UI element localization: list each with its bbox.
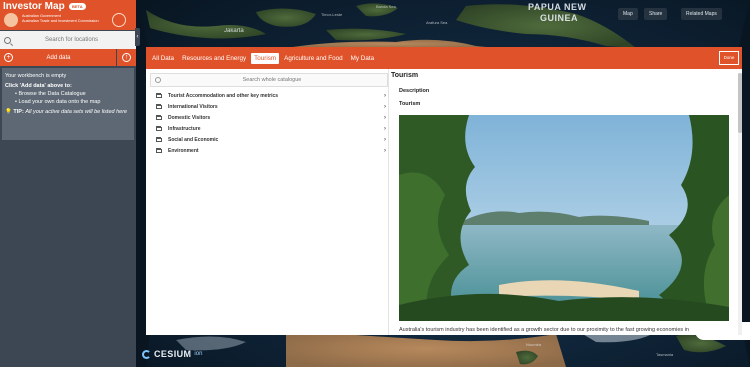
tip-body: All your active data sets will be listed… <box>25 109 128 115</box>
catalogue-search-input[interactable]: Search whole catalogue <box>150 73 388 87</box>
catalogue-group[interactable]: Domestic Visitors › <box>150 112 388 123</box>
panel-divider <box>388 69 389 335</box>
folder-icon <box>156 136 162 142</box>
brand-header[interactable]: Investor Map BETA Australian Government … <box>0 0 136 30</box>
catalogue-group[interactable]: Social and Economic › <box>150 134 388 145</box>
add-data-row: + Add data ↑ <box>0 49 136 66</box>
detail-title: Tourism <box>391 72 419 79</box>
map-label-png: PAPUA NEW <box>528 2 587 12</box>
catalogue-group-label: Environment <box>168 147 199 154</box>
tab-resources-energy[interactable]: Resources and Energy <box>179 53 249 64</box>
map-label-noumea: Nouméa <box>526 342 542 347</box>
dataset-detail-panel: Tourism Description Tourism Australia's … <box>391 72 737 335</box>
chevron-right-icon: › <box>384 136 386 143</box>
add-data-button[interactable]: + Add data <box>0 49 116 66</box>
instruction-list: Browse the Data Catalogue Load your own … <box>5 90 131 106</box>
upload-data-button[interactable]: ↑ <box>116 49 136 66</box>
cesium-logo-icon <box>142 349 151 359</box>
catalogue-list: Tourist Accommodation and other key metr… <box>150 90 388 156</box>
folder-icon <box>156 92 162 98</box>
done-button[interactable]: Done <box>719 51 739 65</box>
government-text: Australian Government Australian Trade a… <box>22 14 99 23</box>
government-crest-icon <box>4 13 18 27</box>
chevron-right-icon: › <box>384 125 386 132</box>
empty-heading: Your workbench is empty <box>5 73 67 79</box>
folder-icon <box>156 125 162 131</box>
tab-agriculture-food[interactable]: Agriculture and Food <box>281 53 345 64</box>
folder-icon <box>156 103 162 109</box>
catalogue-group[interactable]: Infrastructure › <box>150 123 388 134</box>
map-label-timor: Timor-Leste <box>321 12 343 17</box>
catalogue-search-placeholder: Search whole catalogue <box>242 77 302 83</box>
detail-scrollbar-thumb[interactable] <box>738 73 742 133</box>
catalogue-tree: Search whole catalogue Tourist Accommoda… <box>150 73 388 335</box>
share-button[interactable]: Share <box>644 8 668 20</box>
partner-logo-icon <box>112 13 126 27</box>
app-title: Investor Map <box>3 1 65 12</box>
instruction-heading: Click 'Add data' above to: <box>5 83 72 89</box>
tip-text: 💡 TIP: All your active data sets will be… <box>5 108 131 116</box>
data-catalogue-modal: All Data Resources and Energy Tourism Ag… <box>146 47 742 335</box>
catalogue-group[interactable]: International Visitors › <box>150 101 388 112</box>
tip-label: TIP: <box>13 109 24 115</box>
folder-icon <box>156 147 162 153</box>
catalogue-tabs: All Data Resources and Energy Tourism Ag… <box>146 47 742 69</box>
search-icon <box>155 77 161 83</box>
tourism-photo <box>399 115 729 321</box>
empty-workbench-message: Your workbench is empty Click 'Add data'… <box>2 68 134 140</box>
chevron-right-icon: › <box>384 92 386 99</box>
catalogue-group-label: Domestic Visitors <box>168 114 211 121</box>
map-label-tasmania: Tasmania <box>656 352 674 357</box>
map-label-jakarta: Jakarta <box>224 28 244 34</box>
chevron-right-icon: › <box>384 114 386 121</box>
cesium-credit[interactable]: CESIUM ion <box>142 349 202 359</box>
government-line-2: Australian Trade and Investment Commissi… <box>22 18 99 23</box>
catalogue-group[interactable]: Environment › <box>150 145 388 156</box>
tourism-photo-art <box>399 115 729 321</box>
detail-subheading: Tourism <box>399 101 421 107</box>
catalogue-group[interactable]: Tourist Accommodation and other key metr… <box>150 90 388 101</box>
folder-icon <box>156 114 162 120</box>
map-label-arafura: Arafura Sea <box>426 20 448 25</box>
map-label-banda: Banda Sea <box>376 4 396 9</box>
tab-tourism[interactable]: Tourism <box>251 52 280 64</box>
location-search-placeholder: Search for locations <box>44 37 99 43</box>
chevron-right-icon: › <box>384 147 386 154</box>
chevron-right-icon: › <box>384 103 386 110</box>
add-data-label: Add data <box>46 54 71 61</box>
map-label-guinea: GUINEA <box>540 13 579 23</box>
beta-badge: BETA <box>69 3 86 10</box>
instruction-item: Browse the Data Catalogue <box>15 90 131 98</box>
upload-icon: ↑ <box>122 53 131 62</box>
lightbulb-icon: 💡 <box>5 109 12 115</box>
location-search-input[interactable]: Search for locations <box>0 31 136 49</box>
cesium-wordmark: CESIUM <box>154 349 192 359</box>
catalogue-group-label: International Visitors <box>168 103 218 110</box>
tab-all-data[interactable]: All Data <box>149 53 177 64</box>
tab-my-data[interactable]: My Data <box>348 53 377 64</box>
related-maps-button[interactable]: Related Maps <box>681 8 722 20</box>
cesium-ion-label: ion <box>194 351 203 357</box>
description-heading: Description <box>399 88 430 94</box>
workbench-panel: Investor Map BETA Australian Government … <box>0 0 136 367</box>
plus-icon: + <box>4 53 13 62</box>
detail-paragraph: Australia's tourism industry has been id… <box>399 327 689 333</box>
collapse-workbench-button[interactable]: ‹ <box>135 28 140 46</box>
catalogue-group-label: Infrastructure <box>168 125 201 132</box>
catalogue-group-label: Social and Economic <box>168 136 219 143</box>
map-button[interactable]: Map <box>618 8 638 20</box>
search-icon <box>4 36 11 44</box>
catalogue-group-label: Tourist Accommodation and other key metr… <box>168 92 279 99</box>
instruction-item: Load your own data onto the map <box>15 98 131 106</box>
